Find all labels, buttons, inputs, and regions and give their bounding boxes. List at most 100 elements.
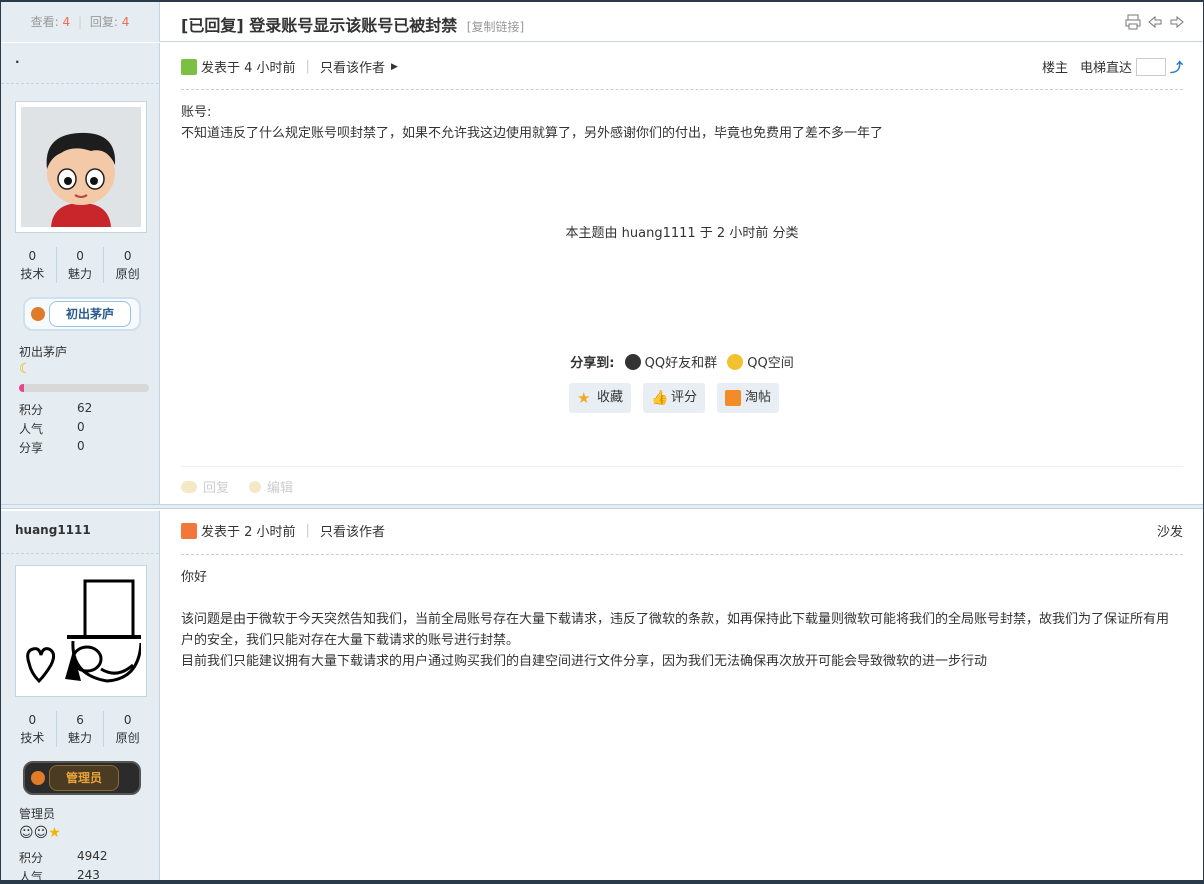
share-qq[interactable]: QQ好友和群: [645, 356, 717, 371]
copy-link[interactable]: [复制链接]: [467, 20, 524, 34]
thread-title: [已回复] 登录账号显示该账号已被封禁 [复制链接]: [181, 12, 524, 36]
elevator: 电梯直达 ⤴: [1080, 57, 1183, 76]
moderation-note: 本主题由 huang1111 于 2 小时前 分类: [565, 226, 799, 241]
share-qzone[interactable]: QQ空间: [747, 356, 793, 371]
stat-charm[interactable]: 0 魅力: [57, 247, 105, 283]
taotie-button[interactable]: 淘帖: [717, 383, 780, 413]
star-icon: ★: [48, 825, 61, 841]
post-content: 账号: 不知道违反了什么规定账号呗封禁了，如果不允许我这边使用就算了，另外感谢你…: [181, 102, 1179, 144]
replies-count: 4: [121, 15, 130, 29]
qq-icon: [624, 354, 641, 370]
rate-button[interactable]: 👍 评分: [643, 383, 706, 413]
level-icons: ☺☺★: [19, 825, 61, 841]
post-meta: 发表于 2 小时前 | 只看该作者: [181, 521, 385, 540]
thread-title-text: [已回复] 登录账号显示该账号已被封禁: [181, 16, 458, 35]
share-bar: 分享到: QQ好友和群 QQ空间: [161, 352, 1203, 371]
views-label: 查看:: [30, 15, 59, 29]
triangle-right-icon[interactable]: ▶: [391, 62, 398, 72]
elevator-label: 电梯直达: [1079, 61, 1132, 76]
stat-charm[interactable]: 6 魅力: [57, 711, 105, 747]
only-author-link[interactable]: 只看该作者: [320, 57, 385, 76]
author-divider: [1, 553, 159, 554]
post-meta: 发表于 4 小时前 | 只看该作者 ▶: [181, 57, 398, 76]
online-status-icon: [181, 58, 197, 75]
stat-original[interactable]: 0 原创: [104, 711, 151, 747]
post-body-2: 发表于 2 小时前 | 只看该作者 沙发 你好 该问题是由于微软于今天突然告知我…: [161, 511, 1203, 883]
edit-button[interactable]: 编辑: [249, 477, 293, 496]
moon-icon: ☾: [19, 361, 32, 377]
stat-tech[interactable]: 0 技术: [9, 247, 57, 283]
post-separator: [1, 504, 1203, 509]
post-footer: 回复 编辑: [181, 477, 293, 496]
stat-tech[interactable]: 0 技术: [9, 711, 57, 747]
paragraph-1: 该问题是由于微软于今天突然告知我们，当前全局账号存在大量下载请求，违反了微软的条…: [181, 612, 1170, 648]
share-label: 分享到:: [570, 356, 615, 371]
post-time: 发表于 2 小时前: [201, 525, 296, 540]
thread-page: 查看: 4 | 回复: 4 [已回复] 登录账号显示该账号已被封禁 [复制链接]…: [0, 0, 1204, 884]
meta-divider: [181, 554, 1183, 555]
window-bottom-edge: [1, 880, 1203, 883]
favorite-button[interactable]: ★ 收藏: [569, 383, 632, 413]
author-stats: 0 技术 6 魅力 0 原创: [9, 711, 151, 747]
post-actions: ★ 收藏 👍 评分 淘帖: [569, 383, 780, 413]
only-author-link[interactable]: 只看该作者: [320, 521, 385, 540]
post-content: 你好 该问题是由于微软于今天突然告知我们，当前全局账号存在大量下载请求，违反了微…: [181, 567, 1179, 672]
avatar-cartoon-boy: [21, 107, 141, 227]
header-tools: [1125, 14, 1185, 30]
author-name[interactable]: ·: [15, 55, 20, 69]
footer-divider: [181, 466, 1183, 467]
post-2: huang1111 0 技术 6 魅力 0 原创 管理员 管理员 ☺☺★ 积分 …: [1, 511, 1203, 883]
offline-status-icon: [181, 522, 197, 539]
avatar[interactable]: [15, 565, 147, 697]
elevator-input[interactable]: [1135, 57, 1166, 76]
avatar-kid-kaito-sketch: [21, 571, 141, 691]
floor-info: 沙发: [1157, 521, 1183, 540]
meta-divider: [181, 89, 1183, 90]
post-line-1: 账号:: [181, 105, 212, 120]
credit-popularity: 人气 0: [19, 420, 85, 436]
post-line-2: 不知道违反了什么规定账号呗封禁了，如果不允许我这边使用就算了，另外感谢你们的付出…: [181, 126, 884, 141]
author-panel-2: huang1111 0 技术 6 魅力 0 原创 管理员 管理员 ☺☺★ 积分 …: [1, 511, 160, 883]
qzone-icon: [727, 354, 744, 370]
credit-share: 分享 0: [19, 439, 85, 455]
user-group[interactable]: 初出茅庐: [19, 343, 67, 360]
floor-label: 楼主: [1041, 61, 1068, 76]
orange-icon: [31, 307, 45, 321]
author-divider: [1, 83, 159, 84]
author-name[interactable]: huang1111: [15, 523, 91, 537]
reply-icon: [181, 480, 197, 493]
rank-badge-label: 初出茅庐: [49, 301, 132, 327]
orange-icon: [31, 771, 45, 785]
post-time: 发表于 4 小时前: [201, 61, 296, 76]
tray-icon: [725, 390, 742, 406]
post-body-1: 发表于 4 小时前 | 只看该作者 ▶ 楼主 电梯直达 ⤴ 账号: 不知道违反了…: [161, 43, 1203, 504]
reply-button[interactable]: 回复: [181, 477, 229, 496]
views-count: 4: [62, 15, 71, 29]
stat-original[interactable]: 0 原创: [104, 247, 151, 283]
rank-badge: 初出茅庐: [23, 297, 141, 331]
replies-label: 回复:: [89, 15, 118, 29]
previous-thread-icon[interactable]: [1147, 14, 1163, 30]
print-icon[interactable]: [1125, 14, 1141, 30]
credit-points: 积分 62: [19, 401, 93, 417]
rank-badge: 管理员: [23, 761, 141, 795]
post-1: · 0 技术 0 魅力 0 原创 初出茅庐 初出茅庐 ☾ 积分 62 人气 0 …: [1, 43, 1203, 504]
smiley-icon: ☺☺: [19, 825, 49, 841]
author-panel-1: · 0 技术 0 魅力 0 原创 初出茅庐 初出茅庐 ☾ 积分 62 人气 0 …: [1, 43, 160, 504]
avatar[interactable]: [15, 101, 147, 233]
greeting: 你好: [181, 570, 208, 585]
thread-header: 查看: 4 | 回复: 4 [已回复] 登录账号显示该账号已被封禁 [复制链接]: [1, 2, 1203, 42]
floor-label: 沙发: [1156, 525, 1183, 540]
author-stats: 0 技术 0 魅力 0 原创: [9, 247, 151, 283]
star-icon: ★: [577, 389, 591, 407]
counts-separator: |: [77, 15, 83, 29]
rank-badge-label: 管理员: [49, 765, 120, 791]
next-thread-icon[interactable]: [1169, 14, 1185, 30]
thumbs-up-icon: 👍: [651, 390, 669, 406]
paragraph-2: 目前我们只能建议拥有大量下载请求的用户通过购买我们的自建空间进行文件分享，因为我…: [181, 654, 988, 669]
pencil-icon: [249, 480, 262, 493]
elevator-go-icon[interactable]: ⤴: [1170, 57, 1183, 76]
user-group[interactable]: 管理员: [19, 805, 55, 822]
credit-points: 积分 4942: [19, 849, 108, 865]
thread-counts: 查看: 4 | 回复: 4: [1, 2, 160, 42]
